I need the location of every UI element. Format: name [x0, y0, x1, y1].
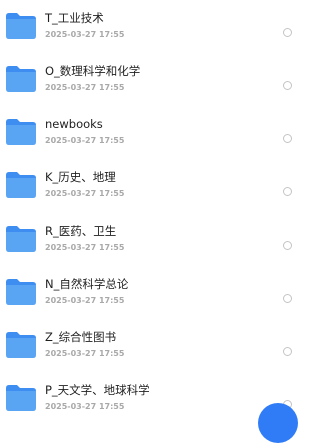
folder-name: Z_综合性图书 — [45, 330, 117, 344]
radio-unchecked-icon[interactable] — [283, 187, 292, 196]
folder-name: R_医药、卫生 — [45, 224, 117, 238]
folder-date: 2025-03-27 17:55 — [45, 296, 125, 305]
folder-icon — [6, 172, 36, 198]
radio-unchecked-icon[interactable] — [283, 347, 292, 356]
folder-name: N_自然科学总论 — [45, 277, 129, 291]
folder-name: K_历史、地理 — [45, 170, 116, 184]
folder-icon — [6, 332, 36, 358]
folder-icon — [6, 119, 36, 145]
folder-row[interactable]: N_自然科学总论 2025-03-27 17:55 — [0, 274, 300, 324]
folder-row[interactable]: K_历史、地理 2025-03-27 17:55 — [0, 167, 300, 217]
folder-date: 2025-03-27 17:55 — [45, 349, 125, 358]
folder-date: 2025-03-27 17:55 — [45, 83, 125, 92]
radio-unchecked-icon[interactable] — [283, 28, 292, 37]
radio-unchecked-icon[interactable] — [283, 81, 292, 90]
folder-date: 2025-03-27 17:55 — [45, 30, 125, 39]
folder-row[interactable]: O_数理科学和化学 2025-03-27 17:55 — [0, 61, 300, 111]
folder-name: newbooks — [45, 117, 103, 131]
floating-action-button[interactable] — [258, 403, 298, 443]
folder-icon — [6, 13, 36, 39]
folder-icon — [6, 279, 36, 305]
folder-icon — [6, 226, 36, 252]
folder-date: 2025-03-27 17:55 — [45, 402, 125, 411]
folder-name: P_天文学、地球科学 — [45, 383, 150, 397]
folder-name: O_数理科学和化学 — [45, 64, 141, 78]
folder-date: 2025-03-27 17:55 — [45, 243, 125, 252]
folder-row[interactable]: Z_综合性图书 2025-03-27 17:55 — [0, 327, 300, 377]
folder-date: 2025-03-27 17:55 — [45, 136, 125, 145]
folder-row[interactable]: newbooks 2025-03-27 17:55 — [0, 114, 300, 164]
folder-icon — [6, 385, 36, 411]
radio-unchecked-icon[interactable] — [283, 241, 292, 250]
folder-icon — [6, 66, 36, 92]
folder-row[interactable]: T_工业技术 2025-03-27 17:55 — [0, 8, 300, 58]
folder-date: 2025-03-27 17:55 — [45, 189, 125, 198]
radio-unchecked-icon[interactable] — [283, 294, 292, 303]
folder-row[interactable]: P_天文学、地球科学 2025-03-27 17:55 — [0, 380, 300, 430]
folder-row[interactable]: R_医药、卫生 2025-03-27 17:55 — [0, 221, 300, 271]
folder-name: T_工业技术 — [45, 11, 104, 25]
radio-unchecked-icon[interactable] — [283, 134, 292, 143]
